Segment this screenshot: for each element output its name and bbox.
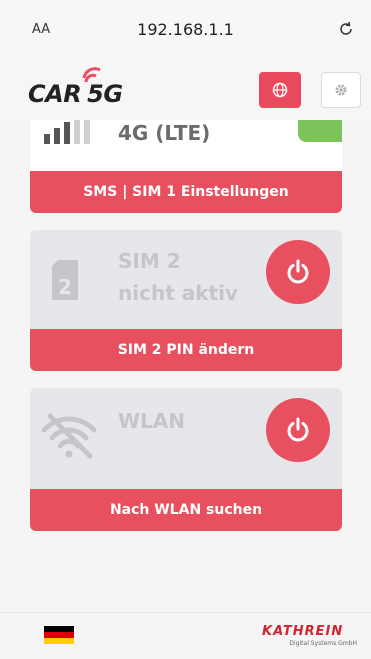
network-type-label: 4G (LTE) — [118, 121, 211, 145]
german-flag-icon[interactable] — [44, 626, 74, 644]
active-status-indicator[interactable] — [298, 120, 342, 142]
sim1-card: 4G (LTE) SMS | SIM 1 Einstellungen — [30, 120, 342, 213]
gear-icon — [335, 84, 347, 96]
sim-slot-number: 2 — [58, 275, 72, 299]
car5g-logo: CAR 5G — [28, 67, 158, 114]
wlan-card: WLAN Nach WLAN suchen — [30, 388, 342, 531]
signal-arcs-icon — [82, 67, 101, 83]
power-icon — [287, 417, 309, 442]
power-icon — [287, 259, 309, 284]
wlan-search-button[interactable]: Nach WLAN suchen — [30, 489, 342, 531]
sim2-status: nicht aktiv — [118, 281, 238, 305]
wifi-off-icon — [41, 413, 97, 459]
wlan-power-button[interactable] — [266, 398, 330, 462]
reload-icon[interactable] — [337, 20, 355, 38]
sim2-power-button[interactable] — [266, 240, 330, 304]
sim2-card: 2 SIM 2 nicht aktiv SIM 2 PIN ändern — [30, 230, 342, 371]
sim1-settings-button[interactable]: SMS | SIM 1 Einstellungen — [30, 171, 342, 213]
url-field[interactable]: 192.168.1.1 — [0, 20, 371, 39]
language-button[interactable] — [259, 72, 301, 108]
settings-button[interactable] — [321, 72, 361, 108]
globe-icon — [272, 82, 288, 98]
signal-strength-icon — [44, 120, 90, 144]
sim2-pin-change-button[interactable]: SIM 2 PIN ändern — [30, 329, 342, 371]
kathrein-logo: KATHREIN Digital Systems GmbH — [262, 624, 357, 647]
sim2-title: SIM 2 — [118, 249, 181, 273]
wlan-title: WLAN — [118, 409, 186, 433]
